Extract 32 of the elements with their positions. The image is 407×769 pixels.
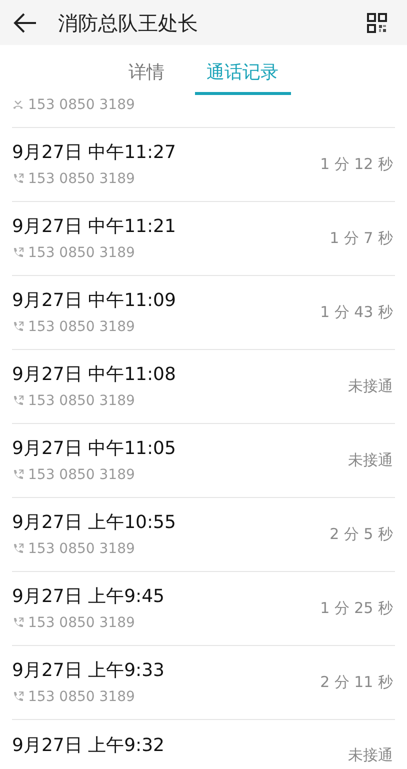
qr-code-icon[interactable] (367, 12, 387, 32)
call-duration: 1 分 12 秒 (320, 154, 393, 176)
call-duration: 2 分 5 秒 (330, 524, 393, 546)
call-time: 9月27日 中午11:27 (12, 140, 176, 164)
call-time: 9月27日 上午9:45 (12, 584, 164, 608)
phone-number: 153 0850 3189 (28, 318, 135, 336)
call-time: 9月27日 中午11:09 (12, 288, 176, 312)
call-duration: 未接通 (348, 450, 393, 472)
tab[interactable]: 详情 (116, 59, 176, 95)
call-time: 9月27日 上午10:55 (12, 510, 176, 534)
call-time: 9月27日 中午11:21 (12, 214, 176, 238)
tab[interactable]: 通话记录 (194, 59, 290, 95)
phone-number: 153 0850 3189 (28, 466, 135, 484)
call-time: 9月27日 中午11:08 (12, 362, 176, 386)
call-duration: 1 分 43 秒 (320, 302, 393, 324)
contact-name: 消防总队王处长 (58, 10, 198, 36)
back-icon[interactable] (12, 12, 38, 34)
call-duration: 1 分 7 秒 (330, 228, 393, 250)
call-duration: 未接通 (348, 376, 393, 398)
call-time: 9月27日 上午9:33 (12, 658, 164, 682)
call-duration: 未接通 (348, 744, 393, 766)
call-duration: 2 分 11 秒 (320, 672, 393, 694)
phone-number: 153 0850 3189 (28, 170, 135, 188)
phone-number: 153 0850 3189 (28, 688, 135, 706)
phone-number: 153 0850 3189 (28, 614, 135, 632)
call-time: 9月27日 中午11:05 (12, 436, 176, 460)
call-time: 9月27日 上午9:32 (12, 734, 164, 758)
phone-number: 153 0850 3189 (28, 540, 135, 558)
phone-number: 153 0850 3189 (28, 96, 135, 115)
phone-number: 153 0850 3189 (28, 392, 135, 410)
call-duration: 1 分 25 秒 (320, 598, 393, 620)
phone-number: 153 0850 3189 (28, 244, 135, 262)
